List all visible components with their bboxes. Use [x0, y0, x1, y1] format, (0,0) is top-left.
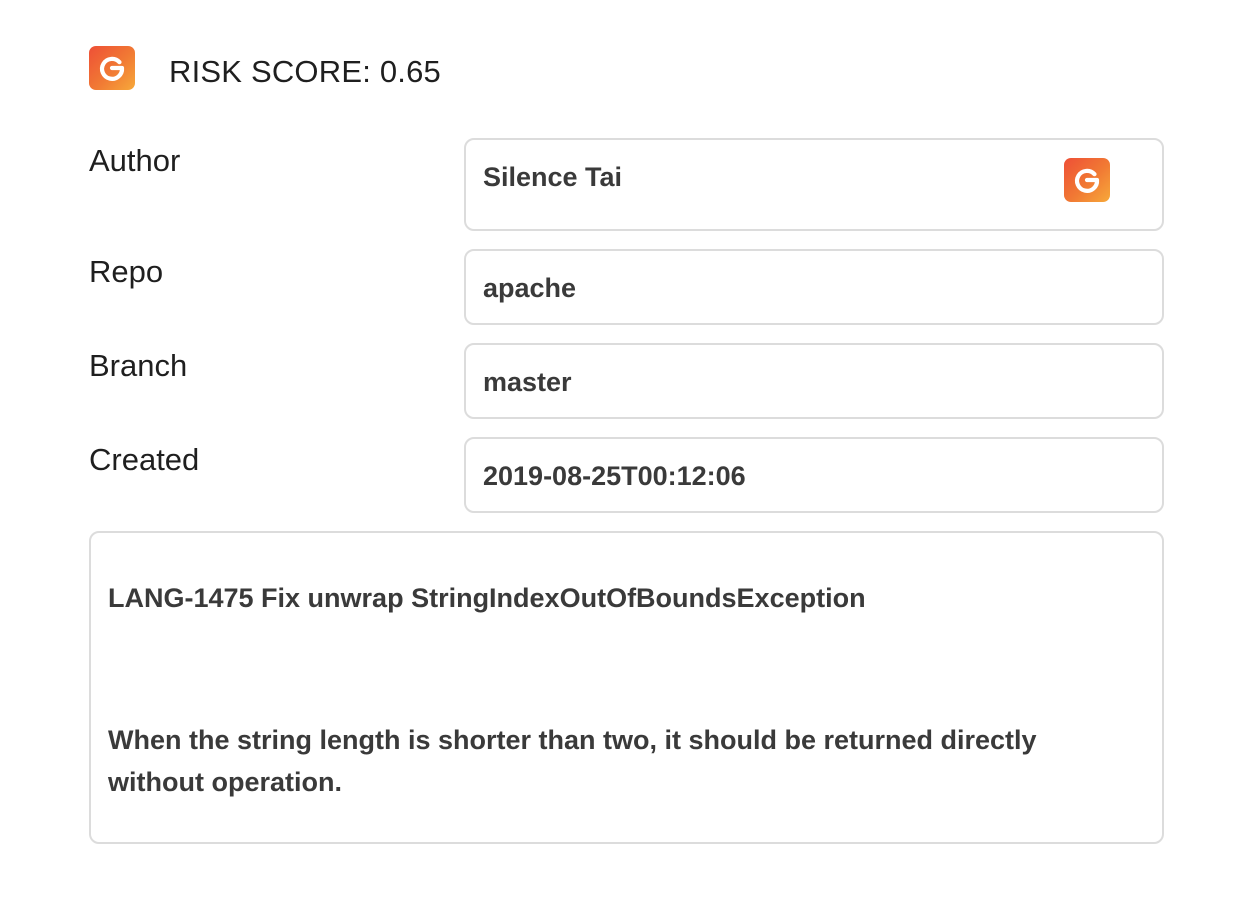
author-field: Silence Tai [464, 138, 1164, 231]
g-logo-icon [1064, 158, 1110, 202]
commit-message-box: LANG-1475 Fix unwrap StringIndexOutOfBou… [89, 531, 1164, 844]
repo-label: Repo [89, 254, 164, 289]
commit-message-body: When the string length is shorter than t… [108, 725, 1037, 797]
branch-label: Branch [89, 348, 188, 383]
created-field: 2019-08-25T00:12:06 [464, 437, 1164, 513]
repo-value: apache [483, 273, 577, 303]
commit-message-title: LANG-1475 Fix unwrap StringIndexOutOfBou… [108, 583, 866, 613]
g-logo-icon [89, 46, 135, 90]
risk-score-title: RISK SCORE: 0.65 [169, 54, 441, 89]
author-label: Author [89, 143, 181, 178]
repo-field: apache [464, 249, 1164, 325]
author-value: Silence Tai [483, 162, 623, 192]
branch-field: master [464, 343, 1164, 419]
branch-value: master [483, 367, 572, 397]
created-value: 2019-08-25T00:12:06 [483, 461, 746, 491]
created-label: Created [89, 442, 200, 477]
